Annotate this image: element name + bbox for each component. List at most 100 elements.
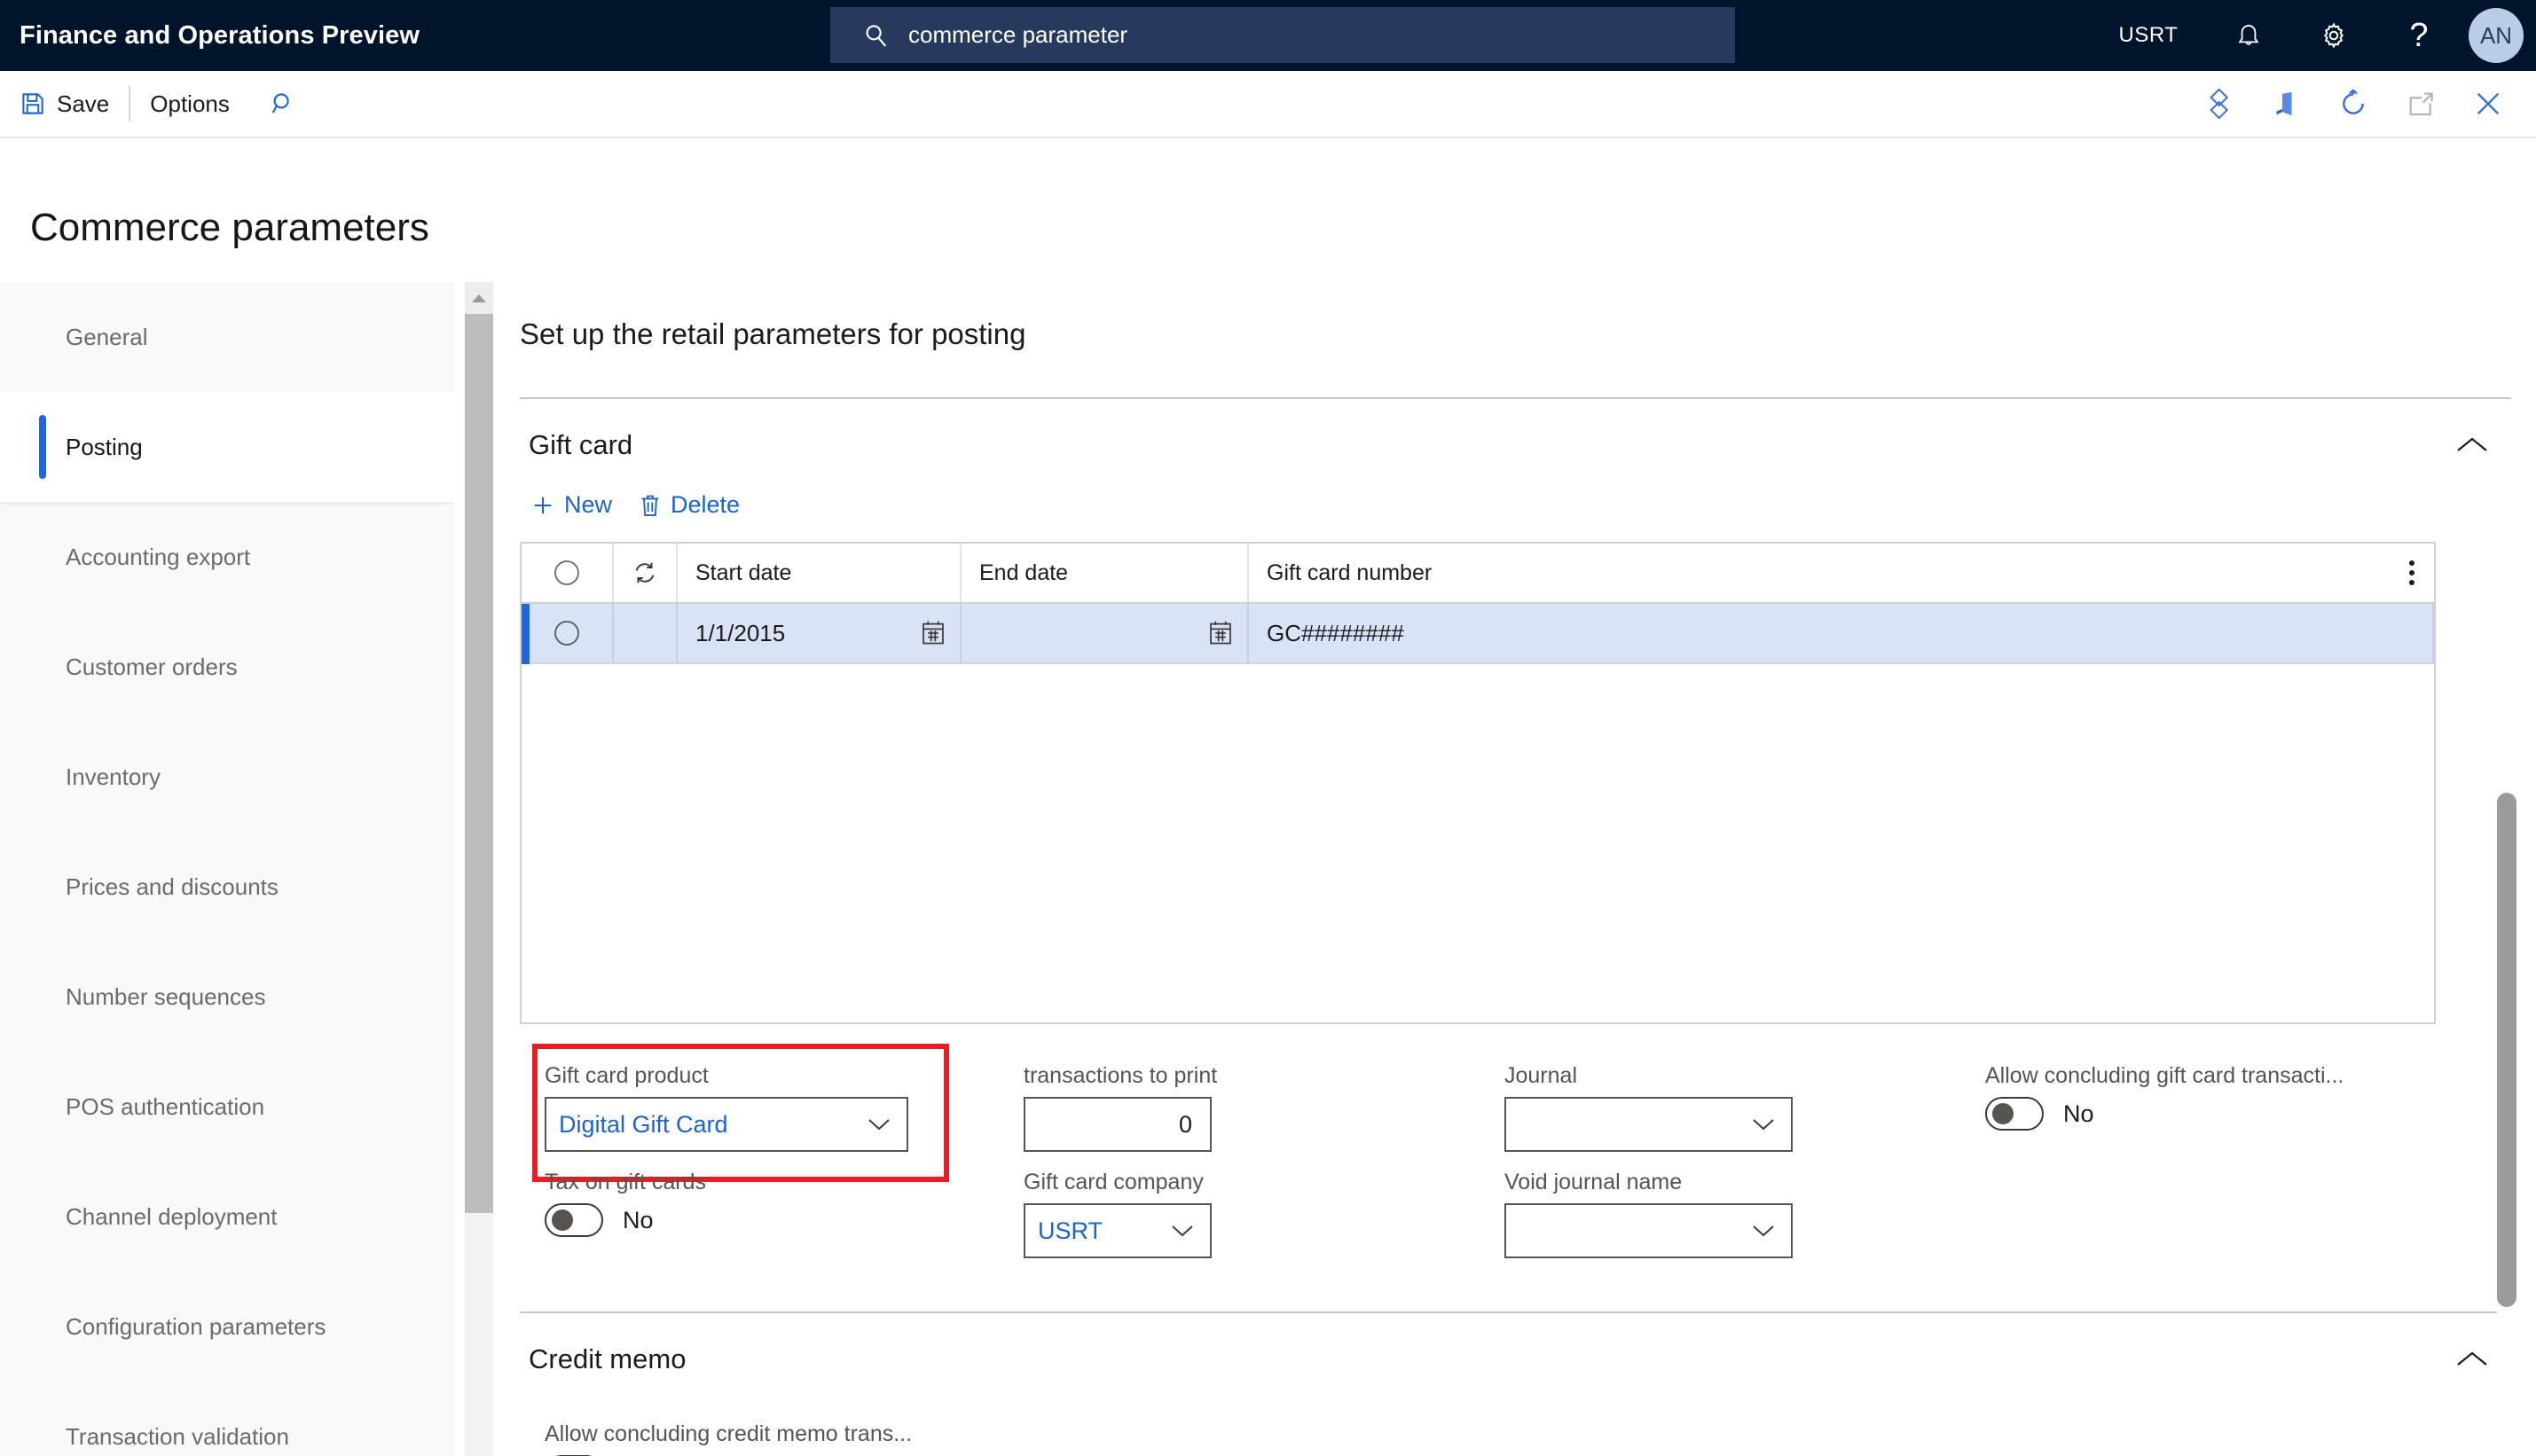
grid-header-row: Start date End date Gift card number xyxy=(522,544,2434,604)
allow-concluding-gift-card-toggle[interactable] xyxy=(1985,1097,2044,1131)
credit-memo-section-title: Credit memo xyxy=(529,1343,687,1374)
gift-card-company-field: Gift card company USRT xyxy=(1024,1170,1212,1258)
save-disk-icon xyxy=(22,93,43,114)
sidebar-item-posting[interactable]: Posting xyxy=(0,392,454,502)
gift-card-company-input[interactable]: USRT xyxy=(1024,1203,1212,1258)
save-button[interactable]: Save xyxy=(0,70,129,137)
sidebar-item-inventory[interactable]: Inventory xyxy=(0,722,454,832)
global-search-value: commerce parameter xyxy=(908,21,1128,48)
row-refresh-column-header[interactable] xyxy=(614,544,678,602)
cell-start-date[interactable]: 1/1/2015 xyxy=(678,604,962,662)
heading-divider xyxy=(520,397,2511,399)
company-selector[interactable]: USRT xyxy=(2091,0,2206,71)
allow-concluding-credit-memo-field: Allow concluding credit memo trans... No xyxy=(545,1421,2524,1456)
chevron-down-icon[interactable] xyxy=(866,1115,892,1133)
grid-options-menu-icon[interactable] xyxy=(2409,560,2414,585)
cell-end-date[interactable] xyxy=(962,604,1249,662)
sidebar-item-label: Transaction validation xyxy=(66,1422,289,1450)
new-button[interactable]: New xyxy=(530,491,612,519)
toggle-knob xyxy=(1992,1103,2014,1124)
cell-value: 1/1/2015 xyxy=(695,619,786,646)
close-icon[interactable] xyxy=(2454,70,2522,137)
gift-card-section-title: Gift card xyxy=(529,429,633,460)
sidebar-item-label: Number sequences xyxy=(66,982,266,1010)
main-heading: Set up the retail parameters for posting xyxy=(520,317,1026,350)
main-scrollbar-thumb[interactable] xyxy=(2497,793,2516,1307)
refresh-icon xyxy=(635,562,655,583)
global-search-input[interactable]: commerce parameter xyxy=(830,7,1735,63)
gift-card-section-header[interactable]: Gift card xyxy=(516,429,2511,461)
tax-on-gift-cards-label: Tax on gift cards xyxy=(545,1170,707,1194)
sidebar-item-label: General xyxy=(66,323,148,350)
chevron-down-icon[interactable] xyxy=(1750,1222,1777,1240)
sidebar-item-number-sequences[interactable]: Number sequences xyxy=(0,942,454,1052)
journal-label: Journal xyxy=(1504,1063,1577,1088)
sidebar-item-label: Configuration parameters xyxy=(66,1312,326,1340)
select-all-checkbox[interactable] xyxy=(522,544,614,602)
sidebar-item-label: Posting xyxy=(66,433,143,460)
table-row[interactable]: 1/1/2015 GC######## xyxy=(522,604,2434,664)
gift-card-company-label: Gift card company xyxy=(1024,1170,1204,1194)
sidebar-item-pos-authentication[interactable]: POS authentication xyxy=(0,1052,454,1162)
notification-bell-icon[interactable] xyxy=(2206,0,2291,71)
trash-icon xyxy=(641,495,659,516)
journal-input[interactable] xyxy=(1504,1097,1793,1152)
credit-memo-divider xyxy=(520,1311,2511,1313)
main-scrollbar[interactable] xyxy=(2497,793,2516,1431)
sidebar-scrollbar[interactable] xyxy=(465,282,493,1456)
sidebar-scrollbar-thumb[interactable] xyxy=(465,314,493,1213)
page-search-icon[interactable] xyxy=(249,70,317,137)
tax-on-gift-cards-toggle[interactable] xyxy=(545,1203,603,1237)
column-header-label: End date xyxy=(979,560,1069,585)
sidebar-item-channel-deployment[interactable]: Channel deployment xyxy=(0,1162,454,1272)
chevron-up-icon[interactable] xyxy=(2453,1346,2492,1373)
sidebar-item-label: Customer orders xyxy=(66,653,238,680)
credit-memo-section-header[interactable]: Credit memo xyxy=(516,1343,2511,1375)
column-header-start-date[interactable]: Start date xyxy=(678,544,962,602)
calendar-icon[interactable] xyxy=(1208,620,1233,646)
gift-card-grid: Start date End date Gift card number 1/1… xyxy=(520,542,2436,1024)
cell-gift-card-number[interactable]: GC######## xyxy=(1249,604,2434,662)
top-right-actions: USRT ? AN xyxy=(2091,0,2536,71)
office-apps-icon[interactable] xyxy=(2252,70,2320,137)
sidebar-item-label: Channel deployment xyxy=(66,1202,278,1230)
open-in-new-window-icon[interactable] xyxy=(2387,70,2454,137)
column-header-end-date[interactable]: End date xyxy=(962,544,1249,602)
sidebar-item-customer-orders[interactable]: Customer orders xyxy=(0,612,454,722)
void-journal-name-input[interactable] xyxy=(1504,1203,1793,1258)
command-bar: Save Options xyxy=(0,71,2536,138)
transactions-to-print-input[interactable]: 0 xyxy=(1024,1097,1212,1152)
sidebar-item-configuration-parameters[interactable]: Configuration parameters xyxy=(0,1272,454,1382)
row-checkbox[interactable] xyxy=(522,604,614,662)
chevron-down-icon[interactable] xyxy=(1750,1115,1777,1133)
avatar[interactable]: AN xyxy=(2469,8,2524,63)
sidebar-item-prices-and-discounts[interactable]: Prices and discounts xyxy=(0,832,454,942)
chevron-down-icon[interactable] xyxy=(1169,1222,1196,1240)
command-bar-right-actions xyxy=(2185,70,2522,137)
sidebar-item-general[interactable]: General xyxy=(0,282,454,392)
options-button[interactable]: Options xyxy=(130,70,249,137)
help-question-icon[interactable]: ? xyxy=(2376,0,2461,71)
sidebar-item-transaction-validation[interactable]: Transaction validation xyxy=(0,1382,454,1456)
gift-card-product-label: Gift card product xyxy=(545,1063,709,1088)
transactions-to-print-value: 0 xyxy=(1178,1110,1192,1138)
gift-card-product-input[interactable]: Digital Gift Card xyxy=(545,1097,908,1152)
tax-on-gift-cards-field: Tax on gift cards No xyxy=(545,1170,908,1237)
column-header-label: Start date xyxy=(695,560,792,585)
sidebar-item-label: Inventory xyxy=(66,763,161,790)
parameter-tab-list: General Posting Accounting export Custom… xyxy=(0,282,454,1456)
refresh-icon[interactable] xyxy=(2320,70,2387,137)
power-apps-icon[interactable] xyxy=(2185,70,2252,137)
calendar-icon[interactable] xyxy=(921,620,946,646)
app-title: Finance and Operations Preview xyxy=(20,20,420,50)
circle-checkbox-icon xyxy=(554,621,579,646)
gear-icon[interactable] xyxy=(2291,0,2376,71)
chevron-up-icon[interactable] xyxy=(2453,432,2492,458)
sidebar-item-accounting-export[interactable]: Accounting export xyxy=(0,502,454,612)
delete-button[interactable]: Delete xyxy=(639,491,740,519)
scroll-up-arrow-icon[interactable] xyxy=(465,282,493,314)
top-navigation-bar: Finance and Operations Preview commerce … xyxy=(0,0,2536,71)
transactions-to-print-field: transactions to print 0 xyxy=(1024,1063,1217,1152)
void-journal-name-label: Void journal name xyxy=(1504,1170,1683,1194)
column-header-gift-card-number[interactable]: Gift card number xyxy=(1249,544,2434,602)
